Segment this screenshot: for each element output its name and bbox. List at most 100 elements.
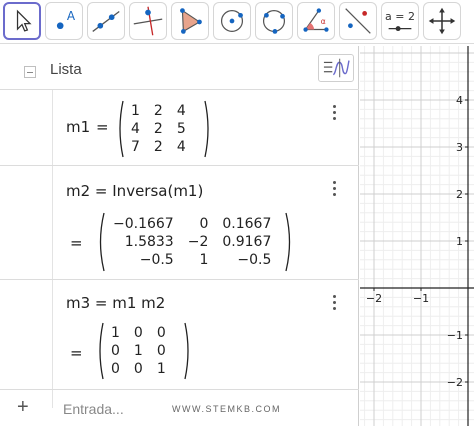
matrix-m3: 100 010 001: [96, 322, 192, 380]
matrix-cell: 1: [131, 103, 140, 119]
algebra-row-m1[interactable]: m1 = 124 425 724: [0, 90, 359, 166]
graphics-grid[interactable]: 4 3 2 1 −1 −2 −2 −1: [360, 46, 474, 426]
angle-tool-button[interactable]: α: [297, 2, 335, 40]
menu-dot-icon: [333, 193, 336, 196]
matrix-cell: 0: [111, 343, 120, 359]
menu-dot-icon: [333, 105, 336, 108]
matrix-cell: 0: [111, 361, 120, 377]
circle-center-tool-button[interactable]: [213, 2, 251, 40]
matrix-cell: 0: [156, 325, 166, 341]
matrix-m2: −0.1667 0 0.1667 1.5833 −2 0.9167 −0.5 1 −0.5: [96, 212, 294, 272]
matrix-cell: 4: [131, 121, 140, 137]
svg-text:α: α: [321, 17, 326, 26]
row-menu-button[interactable]: [330, 104, 340, 124]
collapse-toggle[interactable]: [24, 66, 36, 78]
matrix-cell: −0.5: [237, 252, 272, 268]
algebra-row-m2[interactable]: m2 = Inversa(m1) = −0.1667 0 0.1667 1.5833…: [0, 166, 359, 280]
menu-dot-icon: [333, 117, 336, 120]
x-tick-label: −2: [366, 292, 382, 305]
pointer-tool-button[interactable]: [3, 2, 41, 40]
matrix-cell: 0.1667: [222, 216, 272, 232]
angle-icon: α: [303, 8, 329, 32]
perpendicular-tool-button[interactable]: [129, 2, 167, 40]
y-tick-label: −2: [447, 376, 463, 389]
algebra-style-button[interactable]: [318, 54, 354, 82]
circle-center-point-icon: [220, 9, 244, 33]
definition-m3: m3 = m1 m2: [66, 294, 166, 312]
input-bar[interactable]: Entrada...: [63, 401, 124, 417]
polygon-tool-button[interactable]: [171, 2, 209, 40]
line-icon: [92, 10, 120, 32]
matrix-cell: 0: [133, 361, 143, 377]
y-tick-label: 4: [456, 94, 463, 107]
equals-sign: =: [96, 118, 109, 136]
matrix-cell: 1: [111, 325, 120, 341]
matrix-cell: 0.9167: [222, 234, 272, 250]
toolbar: A α a = 2: [0, 0, 474, 44]
polygon-icon: [180, 8, 202, 34]
left-paren-icon: [99, 322, 104, 380]
slider-icon: [388, 26, 412, 32]
matrix-cell: 1.5833: [124, 234, 174, 250]
matrix-cell: −2: [187, 234, 209, 250]
point-tool-label: A: [66, 9, 76, 23]
move-view-tool-button[interactable]: [423, 2, 461, 40]
left-paren-icon: [99, 212, 105, 272]
x-tick-label: −1: [413, 292, 429, 305]
right-paren-icon: [184, 322, 189, 380]
perpendicular-line-icon: [133, 6, 163, 36]
matrix-cell: 0: [133, 325, 143, 341]
matrix-cell: −0.5: [139, 252, 174, 268]
definition-m2: m2 = Inversa(m1): [66, 182, 204, 200]
watermark: WWW.STEMKB.COM: [172, 404, 281, 414]
matrix-cell: 5: [176, 121, 186, 137]
circle-three-points-icon: [262, 9, 286, 34]
circle-three-points-tool-button[interactable]: [255, 2, 293, 40]
list-header: Lista: [0, 46, 359, 90]
right-paren-icon: [285, 212, 291, 272]
matrix-m1: 124 425 724: [116, 100, 212, 158]
y-tick-label: 3: [456, 141, 463, 154]
reflect-tool-button[interactable]: [339, 2, 377, 40]
slider-tool-button[interactable]: a = 2: [381, 2, 419, 40]
y-tick-label: 2: [456, 188, 463, 201]
matrix-cell: 1: [199, 252, 209, 268]
matrix-cell: 1: [133, 343, 143, 359]
equals-sign: =: [70, 344, 83, 362]
menu-dot-icon: [333, 187, 336, 190]
menu-dot-icon: [333, 111, 336, 114]
line-tool-button[interactable]: [87, 2, 125, 40]
equals-sign: =: [70, 234, 83, 252]
menu-dot-icon: [333, 295, 336, 298]
right-paren-icon: [204, 100, 209, 158]
input-row: + Entrada... WWW.STEMKB.COM: [0, 390, 359, 426]
pointer-icon: [16, 9, 32, 32]
matrix-cell: 7: [131, 139, 140, 155]
algebra-row-m3[interactable]: m3 = m1 m2 = 100 010 001: [0, 280, 359, 390]
matrix-cell: −0.1667: [113, 216, 174, 232]
add-item-button[interactable]: +: [17, 396, 29, 419]
y-tick-label: 1: [456, 235, 463, 248]
matrix-name-m1: m1: [66, 118, 91, 136]
menu-dot-icon: [333, 181, 336, 184]
list-title: Lista: [50, 61, 82, 78]
y-tick-label: −1: [447, 329, 463, 342]
matrix-cell: 0: [156, 343, 166, 359]
row-menu-button[interactable]: [330, 294, 340, 314]
matrix-cell: 1: [156, 361, 166, 377]
algebra-view: Lista m1 = 124 425 724 m2 = Inversa(m1) …: [0, 46, 359, 426]
matrix-cell: 0: [199, 216, 209, 232]
menu-dot-icon: [333, 307, 336, 310]
row-menu-button[interactable]: [330, 180, 340, 200]
graphics-view[interactable]: 4 3 2 1 −1 −2 −2 −1: [360, 46, 474, 426]
menu-dot-icon: [333, 301, 336, 304]
left-paren-icon: [119, 100, 124, 158]
matrix-cell: 4: [176, 103, 186, 119]
reflect-icon: [345, 8, 371, 34]
move-view-icon: [428, 7, 456, 35]
point-tool-button[interactable]: A: [45, 2, 83, 40]
matrix-cell: 4: [176, 139, 186, 155]
matrix-cell: 2: [153, 103, 163, 119]
matrix-cell: 2: [153, 121, 163, 137]
matrix-cell: 2: [153, 139, 163, 155]
